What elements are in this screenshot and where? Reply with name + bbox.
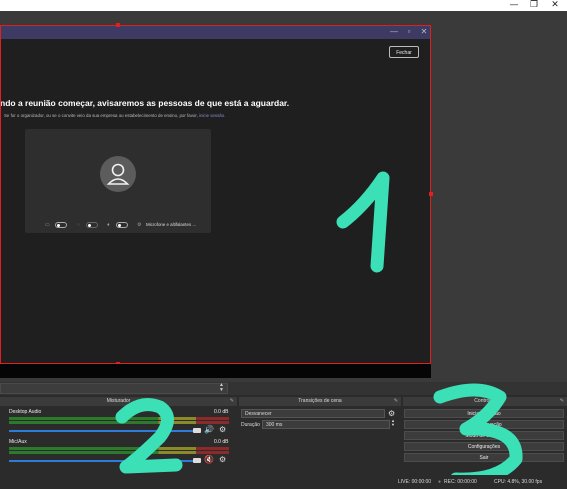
person-icon xyxy=(106,163,130,185)
title-bar xyxy=(0,0,567,11)
volume-meter-mic-2 xyxy=(9,451,229,454)
mixer-dock-float-icon[interactable]: ✎ xyxy=(230,397,234,406)
mic-toggle xyxy=(116,222,128,228)
controls-dock-header: Controlos ✎ xyxy=(403,397,567,406)
avatar xyxy=(100,156,136,192)
controls-title: Controlos xyxy=(474,398,496,404)
rec-indicator-icon: ● xyxy=(438,479,442,485)
speaker-icon[interactable]: 🔊 xyxy=(204,426,214,434)
blur-icon: ◌ xyxy=(77,222,80,228)
teams-subtext-body: Se for o organizador, ou se o convite ve… xyxy=(4,113,198,118)
teams-fechar-button: Fechar xyxy=(389,46,419,58)
audio-device-label: Microfone e altifalantes ... xyxy=(146,222,197,227)
mixer-title: Misturador xyxy=(106,398,131,404)
teams-minimize-icon: — xyxy=(390,27,398,36)
transitions-title: Transições de cena xyxy=(298,398,342,404)
close-button[interactable]: ✕ xyxy=(543,0,567,11)
volume-meter-desktop-1 xyxy=(9,417,229,420)
settings-button[interactable]: Configurações xyxy=(404,442,564,451)
preview-bottom-strip xyxy=(0,364,431,378)
scene-spinner-icon[interactable]: ▲ ▼ xyxy=(219,383,224,393)
teams-maximize-icon: ▫ xyxy=(407,27,411,36)
mic-settings-gear-icon[interactable]: ⚙ xyxy=(219,456,226,464)
exit-button[interactable]: Sair xyxy=(404,453,564,462)
start-recording-button[interactable]: Iniciar gravação xyxy=(404,420,564,429)
teams-signin-link: inicie sessão. xyxy=(199,113,226,118)
desktop-settings-gear-icon[interactable]: ⚙ xyxy=(219,426,226,434)
resize-handle-top[interactable] xyxy=(116,23,120,27)
transitions-dock-float-icon[interactable]: ✎ xyxy=(394,397,398,406)
cpu-fps: CPU: 4.8%, 30.00 fps xyxy=(494,479,543,485)
teams-title-bar xyxy=(0,25,431,39)
duration-input[interactable]: 300 ms xyxy=(262,420,390,429)
mic-icon: ♦ xyxy=(107,222,110,228)
scene-dropdown[interactable] xyxy=(0,383,228,394)
teams-close-icon: ✕ xyxy=(420,27,428,36)
controls-dock-float-icon[interactable]: ✎ xyxy=(560,397,564,406)
studio-mode-button[interactable]: Modo de estúdio xyxy=(404,431,564,440)
muted-speaker-icon[interactable]: 🔇 xyxy=(204,456,214,464)
blur-toggle xyxy=(86,222,98,228)
volume-knob-mic[interactable] xyxy=(193,458,201,463)
mixer-dock-header: Misturador ✎ xyxy=(0,397,237,406)
volume-slider-desktop[interactable] xyxy=(9,430,195,432)
duration-spinner-icon[interactable]: ▲ ▼ xyxy=(391,419,395,427)
teams-heading: ndo a reunião começar, avisaremos as pes… xyxy=(0,98,290,108)
transition-settings-gear-icon[interactable]: ⚙ xyxy=(388,410,395,418)
mixer-channel-db-desktop: 0.0 dB xyxy=(214,409,229,415)
teams-subtext: Se for o organizador, ou se o convite ve… xyxy=(4,113,225,118)
rec-timer: REC: 00:00:00 xyxy=(444,479,477,485)
volume-knob-desktop[interactable] xyxy=(193,428,201,433)
live-timer: LIVE: 00:00:00 xyxy=(398,479,432,485)
settings-gear-icon: ⚙ xyxy=(137,222,142,228)
transition-select[interactable]: Desvanecer xyxy=(241,409,385,418)
duration-label: Duração xyxy=(241,422,260,428)
start-streaming-button[interactable]: Iniciar emissão xyxy=(404,409,564,418)
volume-meter-mic-1 xyxy=(9,447,229,450)
resize-handle-right[interactable] xyxy=(429,192,433,196)
mixer-channel-name-desktop: Desktop Audio xyxy=(9,409,42,415)
camera-toggle xyxy=(55,222,67,228)
volume-meter-desktop-2 xyxy=(9,421,229,424)
transitions-dock-header: Transições de cena ✎ xyxy=(239,397,401,406)
mixer-channel-name-mic: Mic/Aux xyxy=(9,439,27,445)
status-bar: LIVE: 00:00:00 ● REC: 00:00:00 CPU: 4.8%… xyxy=(0,475,567,489)
volume-slider-mic[interactable] xyxy=(9,460,195,462)
mixer-channel-db-mic: 0.0 dB xyxy=(214,439,229,445)
camera-icon: ▭ xyxy=(45,222,50,228)
